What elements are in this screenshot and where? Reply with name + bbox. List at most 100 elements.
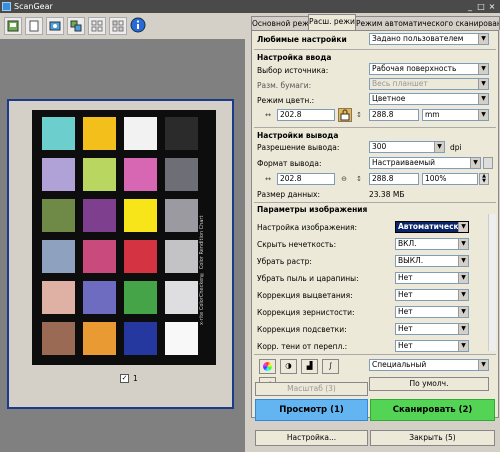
- tab-advanced[interactable]: Расш. режим: [308, 14, 356, 31]
- color-mode-select[interactable]: Цветное ▼: [369, 93, 489, 105]
- image-setting-label: Убрать пыль и царапины:: [257, 274, 359, 283]
- chevron-down-icon: ▼: [458, 239, 468, 249]
- color-swatch: [124, 117, 157, 150]
- info-button[interactable]: [130, 17, 148, 35]
- title-bar: ScanGear _ □ ×: [0, 0, 500, 13]
- image-setting-select[interactable]: Автоматически ▼: [395, 221, 469, 233]
- color-swatch: [165, 158, 198, 191]
- unit-select[interactable]: mm ▼: [422, 109, 489, 121]
- color-swatch: [83, 158, 116, 191]
- zoom-button[interactable]: Масштаб (3): [255, 382, 368, 396]
- color-swatch: [83, 281, 116, 314]
- chart-caption: x-rite ColorChecker® Color Rendition Cha…: [199, 215, 205, 325]
- close-button[interactable]: Закрыть (5): [370, 430, 495, 446]
- image-setting-label: Настройка изображения:: [257, 223, 358, 232]
- scale-field[interactable]: 100%: [422, 173, 478, 185]
- preview-frame[interactable]: x-rite ColorChecker® Color Rendition Cha…: [7, 99, 234, 409]
- chevron-down-icon: ▼: [458, 290, 468, 300]
- chevron-down-icon: ▼: [478, 64, 488, 74]
- color-swatch: [124, 158, 157, 191]
- image-setting-select[interactable]: Нет ▼: [395, 289, 469, 301]
- tone-preset-value: Специальный: [372, 360, 427, 369]
- image-setting-value: ВКЛ.: [398, 239, 417, 248]
- color-swatch: [83, 240, 116, 273]
- page-button[interactable]: [4, 17, 22, 35]
- frame-number: 1: [133, 374, 138, 383]
- page-icon: [7, 20, 19, 32]
- input-width-field[interactable]: 202.8: [277, 109, 335, 121]
- color-swatch: [124, 240, 157, 273]
- histogram-button[interactable]: ▟: [301, 359, 318, 374]
- chevron-down-icon: ▼: [470, 158, 480, 168]
- color-swatch: [83, 199, 116, 232]
- image-setting-label: Убрать растр:: [257, 257, 312, 266]
- preview-toggle-button[interactable]: [46, 17, 64, 35]
- image-setting-select[interactable]: Нет ▼: [395, 323, 469, 335]
- image-setting-value: Нет: [398, 307, 413, 316]
- brightness-button[interactable]: ◑: [280, 359, 297, 374]
- resolution-select[interactable]: 300 ▼: [369, 141, 445, 153]
- multi-preview-button[interactable]: [67, 17, 85, 35]
- output-width-icon: ↔: [265, 175, 271, 183]
- output-width-field[interactable]: 202.8: [277, 173, 335, 185]
- color-swatch: [165, 117, 198, 150]
- preview-button[interactable]: Просмотр (1): [255, 399, 368, 421]
- blank-button[interactable]: [25, 17, 43, 35]
- grid-a-icon: [91, 20, 103, 32]
- source-select[interactable]: Рабочая поверхность ▼: [369, 63, 489, 75]
- image-setting-select[interactable]: Нет ▼: [395, 340, 469, 352]
- preferences-button[interactable]: Настройка...: [255, 430, 368, 446]
- image-setting-value: ВЫКЛ.: [398, 256, 424, 265]
- color-adjust-button[interactable]: [259, 359, 276, 374]
- lock-aspect-button[interactable]: [338, 108, 352, 122]
- output-height-icon: ↕: [356, 175, 362, 183]
- grid-a-button[interactable]: [88, 17, 106, 35]
- color-swatch: [83, 117, 116, 150]
- tab-auto[interactable]: Режим автоматического сканирования: [355, 16, 500, 30]
- paper-value: Весь планшет: [372, 79, 428, 88]
- chevron-down-icon: ▼: [458, 324, 468, 334]
- grid-b-icon: [112, 20, 124, 32]
- defaults-button[interactable]: По умолч.: [369, 377, 489, 391]
- chevron-down-icon: ▼: [478, 34, 488, 44]
- minimize-button[interactable]: _: [465, 2, 475, 11]
- scan-button[interactable]: Сканировать (2): [370, 399, 495, 421]
- image-setting-select[interactable]: Нет ▼: [395, 306, 469, 318]
- resolution-unit: dpi: [450, 143, 462, 152]
- grid-b-button[interactable]: [109, 17, 127, 35]
- image-settings-scrollbar[interactable]: [488, 214, 496, 351]
- input-heading: Настройка ввода: [257, 53, 332, 62]
- chevron-down-icon: ▼: [458, 256, 468, 266]
- favorites-value: Задано пользователем: [372, 34, 464, 43]
- tone-preset-select[interactable]: Специальный ▼: [369, 359, 489, 371]
- image-setting-select[interactable]: ВКЛ. ▼: [395, 238, 469, 250]
- image-setting-select[interactable]: ВЫКЛ. ▼: [395, 255, 469, 267]
- color-checker-image: x-rite ColorChecker® Color Rendition Cha…: [32, 110, 216, 365]
- frame-checkbox[interactable]: ✓: [120, 374, 129, 383]
- image-setting-value: Нет: [398, 324, 413, 333]
- format-select[interactable]: Настраиваемый ▼: [369, 157, 481, 169]
- paper-select[interactable]: Весь планшет ▼: [369, 78, 489, 90]
- resolution-value: 300: [372, 142, 387, 151]
- width-icon: ↔: [265, 111, 271, 119]
- scale-spinner[interactable]: ▲ ▼: [479, 173, 489, 185]
- source-label: Выбор источника:: [257, 66, 329, 75]
- chevron-down-icon: ▼: [434, 142, 444, 152]
- divider: [254, 49, 496, 50]
- format-extra-button[interactable]: [483, 157, 493, 169]
- maximize-button[interactable]: □: [476, 2, 486, 11]
- close-window-button[interactable]: ×: [487, 2, 497, 11]
- color-swatch: [165, 322, 198, 355]
- input-height-field[interactable]: 288.8: [369, 109, 419, 121]
- favorites-select[interactable]: Задано пользователем ▼: [369, 33, 489, 45]
- tab-basic[interactable]: Основной режим: [251, 16, 309, 30]
- histogram-icon: ▟: [306, 361, 313, 370]
- output-height-field[interactable]: 288.8: [369, 173, 419, 185]
- chevron-down-icon: ▼: [478, 94, 488, 104]
- image-setting-select[interactable]: Нет ▼: [395, 272, 469, 284]
- tone-curve-button[interactable]: ∫: [322, 359, 339, 374]
- curve-icon: ∫: [328, 361, 333, 370]
- frame-footer: ✓ 1: [9, 373, 232, 385]
- format-value: Настраиваемый: [372, 158, 436, 167]
- output-heading: Настройки вывода: [257, 131, 339, 140]
